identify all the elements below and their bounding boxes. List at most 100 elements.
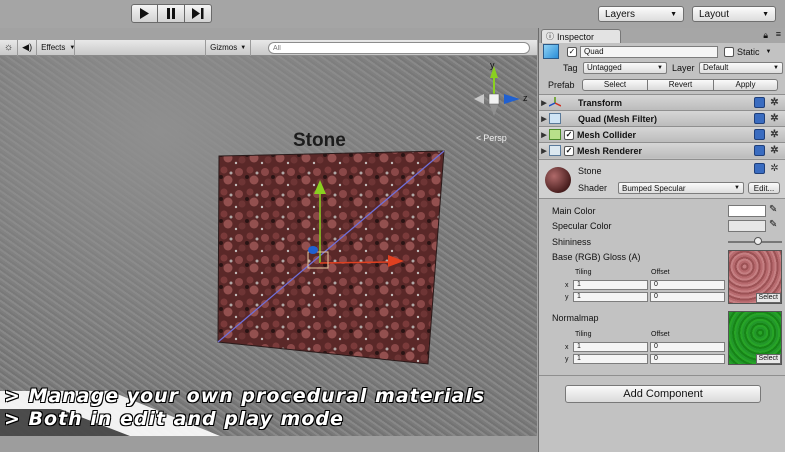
play-button[interactable]	[131, 4, 158, 23]
help-book-icon[interactable]	[754, 145, 765, 156]
scene-viewport[interactable]: y z < Persp Stone > Manage your own proc…	[0, 56, 537, 436]
shader-edit-button[interactable]: Edit...	[748, 182, 780, 194]
prefab-revert-button[interactable]: Revert	[648, 78, 714, 91]
material-name: Stone	[578, 166, 602, 176]
add-component-button[interactable]: Add Component	[565, 385, 761, 403]
object-name-field[interactable]: Quad	[580, 45, 718, 58]
normalmap-texture-slot[interactable]: Select	[728, 311, 782, 365]
caption-line-1: > Manage your own procedural materials	[4, 385, 486, 407]
base-texture-slot[interactable]: Select	[728, 250, 782, 304]
gear-icon[interactable]: ✲	[769, 97, 780, 108]
shader-dropdown[interactable]: Bumped Specular ▼	[618, 182, 744, 194]
lighting-toggle[interactable]: ☼	[0, 39, 19, 56]
gear-icon[interactable]: ✲	[769, 145, 780, 156]
chevron-down-icon: ▼	[657, 64, 663, 71]
tag-label: Tag	[563, 62, 578, 73]
pause-button[interactable]	[158, 4, 185, 23]
speaker-icon: ◀)	[22, 42, 33, 52]
help-book-icon[interactable]	[754, 97, 765, 108]
static-label: Static	[737, 46, 760, 57]
normal-tiling-label: Tiling	[575, 331, 592, 338]
specular-color-swatch[interactable]	[728, 220, 766, 232]
normal-x-label: x	[565, 344, 569, 351]
main-color-swatch[interactable]	[728, 205, 766, 217]
layer-value: Default	[703, 63, 729, 72]
step-icon	[192, 8, 204, 19]
mesh-filter-label: Quad (Mesh Filter)	[578, 113, 658, 124]
prefab-apply-button[interactable]: Apply	[714, 78, 778, 91]
gear-icon[interactable]: ✲	[769, 163, 780, 174]
normalmap-select-button[interactable]: Select	[755, 354, 781, 364]
shader-value: Bumped Specular	[622, 183, 686, 193]
base-y-label: y	[565, 294, 569, 301]
main-toolbar: Layers ▼ Layout ▼	[0, 0, 785, 28]
base-tiling-label: Tiling	[575, 269, 592, 276]
mesh-renderer-checkbox[interactable]: ✓	[564, 145, 574, 156]
base-offset-y-field[interactable]: 0	[650, 292, 725, 302]
scene-status-strip	[0, 436, 537, 452]
normal-offset-y-field[interactable]: 0	[650, 354, 725, 364]
active-checkbox[interactable]: ✓	[567, 46, 577, 57]
expand-arrow-icon: ▶	[541, 131, 547, 139]
lock-icon[interactable]: 🔒︎	[763, 30, 768, 41]
mesh-renderer-label: Mesh Renderer	[577, 145, 643, 156]
chevron-down-icon: ▼	[734, 185, 740, 191]
sun-icon: ☼	[4, 42, 14, 53]
specular-color-label: Specular Color	[552, 221, 612, 231]
audio-toggle[interactable]: ◀)	[18, 39, 38, 56]
mesh-renderer-icon	[549, 145, 561, 156]
normal-offset-x-field[interactable]: 0	[650, 342, 725, 352]
chevron-down-icon[interactable]: ▼	[766, 49, 772, 55]
chevron-down-icon: ▼	[69, 44, 76, 51]
gizmo-z-handle[interactable]	[308, 246, 318, 254]
panel-menu-icon[interactable]: ≡	[776, 29, 781, 39]
chevron-down-icon: ▼	[762, 10, 769, 18]
layout-label: Layout	[699, 8, 730, 20]
orientation-gizmo[interactable]	[474, 66, 520, 116]
step-button[interactable]	[185, 4, 212, 23]
layer-dropdown[interactable]: Default ▼	[699, 61, 783, 74]
scene-search-input[interactable]	[268, 42, 530, 54]
help-book-icon[interactable]	[754, 129, 765, 140]
help-book-icon[interactable]	[754, 163, 765, 174]
effects-label: Effects	[41, 43, 66, 52]
mesh-collider-checkbox[interactable]: ✓	[564, 129, 574, 140]
object-label: Stone	[293, 130, 346, 151]
layers-label: Layers	[605, 8, 636, 20]
normal-tiling-x-field[interactable]: 1	[573, 342, 648, 352]
perspective-toggle[interactable]: < Persp	[476, 133, 507, 143]
tag-dropdown[interactable]: Untagged ▼	[583, 61, 667, 74]
gizmos-dropdown[interactable]: Gizmos ▼	[205, 39, 252, 56]
eyedropper-icon[interactable]: ✎	[769, 219, 777, 230]
base-texture-select-button[interactable]: Select	[755, 293, 781, 303]
help-book-icon[interactable]	[754, 113, 765, 124]
gizmo-z-label: z	[523, 93, 528, 103]
component-mesh-filter[interactable]: ▶ Quad (Mesh Filter) ✲	[539, 110, 785, 126]
eyedropper-icon[interactable]: ✎	[769, 204, 777, 215]
component-mesh-collider[interactable]: ▶ ✓ Mesh Collider ✲	[539, 126, 785, 142]
gear-icon[interactable]: ✲	[769, 113, 780, 124]
effects-dropdown[interactable]: Effects ▼	[37, 39, 76, 56]
tab-inspector[interactable]: ⓘ Inspector	[541, 29, 621, 43]
base-tiling-x-field[interactable]: 1	[573, 280, 648, 290]
base-offset-x-field[interactable]: 0	[650, 280, 725, 290]
playback-controls	[131, 4, 212, 23]
base-tiling-y-field[interactable]: 1	[573, 292, 648, 302]
mesh-filter-icon	[549, 113, 561, 124]
normal-tiling-y-field[interactable]: 1	[573, 354, 648, 364]
stone-quad[interactable]	[217, 150, 445, 365]
static-checkbox[interactable]	[724, 46, 734, 57]
shininess-slider-thumb[interactable]	[753, 237, 762, 245]
layout-dropdown[interactable]: Layout ▼	[692, 6, 776, 22]
component-transform[interactable]: ▶ Transform ✲	[539, 94, 785, 110]
expand-arrow-icon: ▶	[541, 147, 547, 155]
layers-dropdown[interactable]: Layers ▼	[598, 6, 684, 22]
prefab-select-button[interactable]: Select	[582, 78, 648, 91]
base-offset-label: Offset	[651, 269, 670, 276]
main-color-label: Main Color	[552, 206, 596, 216]
gear-icon[interactable]: ✲	[769, 129, 780, 140]
base-x-label: x	[565, 282, 569, 289]
shininess-label: Shininess	[552, 237, 592, 247]
component-mesh-renderer[interactable]: ▶ ✓ Mesh Renderer ✲	[539, 142, 785, 158]
material-preview-sphere	[545, 167, 571, 193]
